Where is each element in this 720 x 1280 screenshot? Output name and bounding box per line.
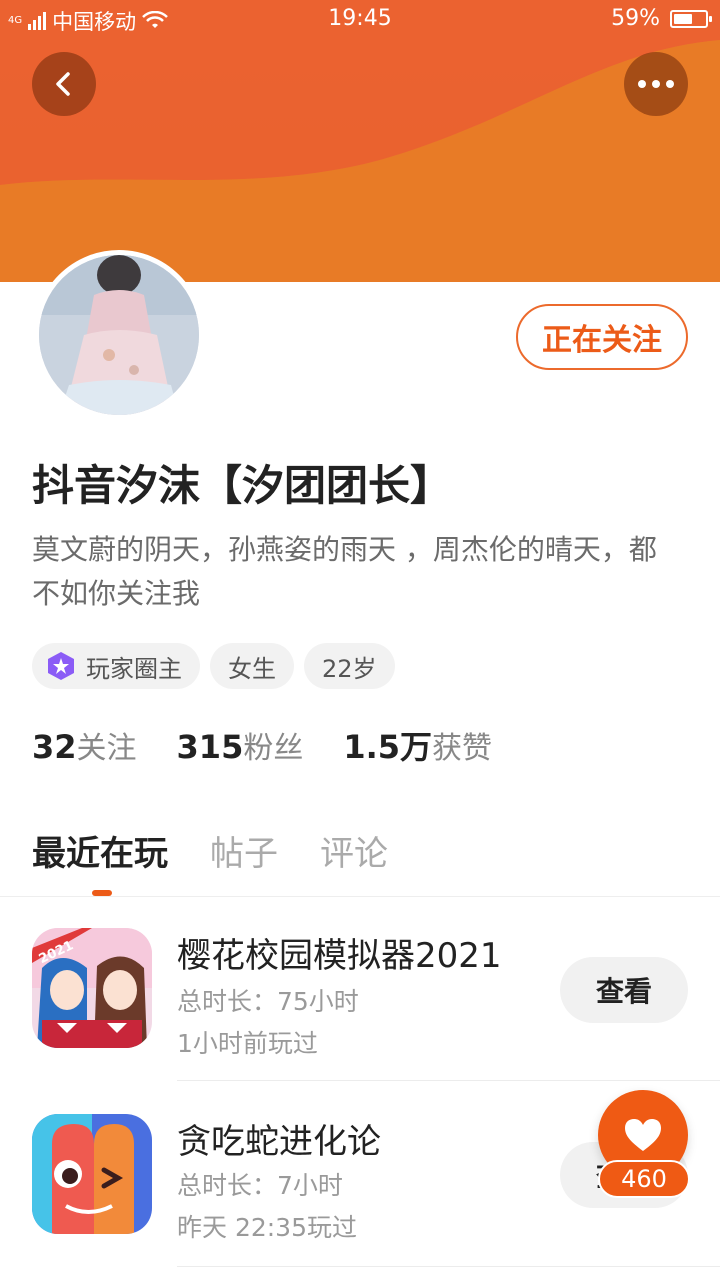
stat-fans[interactable]: 315粉丝: [177, 723, 304, 767]
stat-likes: 1.5万获赞: [343, 722, 492, 768]
following-label: 关注: [76, 731, 137, 766]
fans-count: 315: [176, 728, 244, 766]
username: 抖音汐沫【汐团团长】: [32, 461, 453, 510]
bio-text: 莫文蔚的阴天，孙燕姿的雨天 ，周杰伦的晴天，都不如你关注我: [32, 533, 657, 610]
following-count: 32: [32, 728, 77, 766]
game-duration: 总时长：75小时: [177, 987, 359, 1016]
sakura-school-game-icon: 2021: [32, 928, 152, 1048]
game-last-played: 昨天 22:35玩过: [177, 1213, 357, 1242]
tag-age: 22岁: [304, 643, 395, 689]
tab-recent-played[interactable]: 最近在玩: [32, 826, 168, 875]
snake-game-icon: [32, 1114, 152, 1234]
tab-posts[interactable]: 帖子: [210, 826, 278, 875]
row-divider: [177, 1080, 720, 1081]
likes-count: 1.5万: [343, 728, 433, 766]
likes-label: 获赞: [432, 731, 493, 766]
stat-following[interactable]: 32关注: [32, 723, 137, 767]
game-duration: 总时长：7小时: [177, 1171, 343, 1200]
game-last-played: 1小时前玩过: [177, 1029, 318, 1058]
fans-label: 粉丝: [243, 731, 304, 766]
tag-gender: 女生: [210, 643, 294, 689]
like-count: 460: [598, 1160, 690, 1198]
tab-comments[interactable]: 评论: [320, 826, 388, 875]
view-game-button[interactable]: 查看: [560, 957, 688, 1023]
leader-badge-icon: [48, 652, 74, 680]
game-title: 樱花校园模拟器2021: [177, 936, 502, 976]
avatar-image: [39, 255, 199, 415]
profile-stats: 32关注 315粉丝 1.5万获赞: [32, 722, 492, 768]
following-button[interactable]: 正在关注: [516, 304, 688, 370]
tag-circle-leader[interactable]: 玩家圈主: [32, 643, 200, 689]
row-divider: [177, 1266, 720, 1267]
heart-icon: [625, 1119, 661, 1151]
tag-label: 玩家圈主: [86, 654, 182, 683]
profile-tabs: 最近在玩 帖子 评论: [32, 826, 388, 875]
tabs-divider: [0, 896, 720, 897]
avatar[interactable]: [34, 250, 204, 420]
profile-tags: 玩家圈主 女生 22岁: [32, 643, 395, 689]
game-item[interactable]: 贪吃蛇进化论 总时长：7小时 昨天 22:35玩过 查看: [0, 0, 720, 1242]
game-title: 贪吃蛇进化论: [177, 1122, 381, 1162]
